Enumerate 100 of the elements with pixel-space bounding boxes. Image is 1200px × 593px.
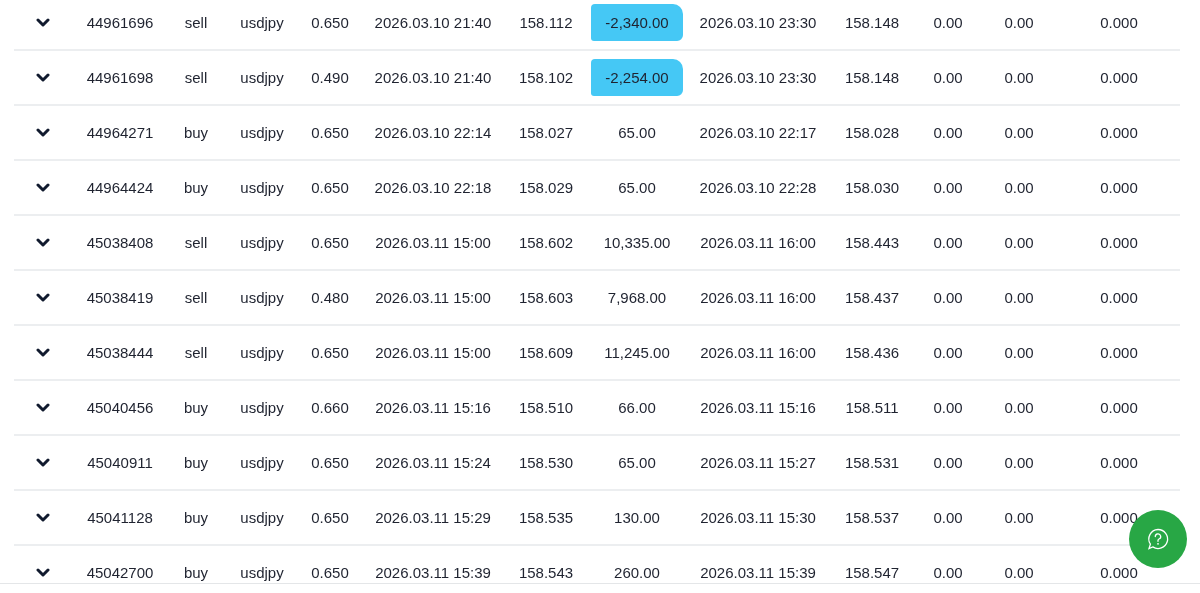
chevron-down-icon[interactable]	[36, 72, 50, 83]
table-cell: 158.112	[519, 14, 573, 31]
table-cell: 0.00	[1004, 179, 1034, 196]
table-cell: buy	[183, 179, 209, 196]
table-cell: 158.029	[518, 179, 574, 196]
table-cell: usdjpy	[240, 124, 284, 141]
table-cell: 0.00	[1004, 454, 1034, 471]
table-cell: 10,335.00	[603, 234, 671, 251]
table-cell: 0.650	[311, 14, 349, 31]
table-cell: 0.00	[933, 124, 963, 141]
table-cell: -2,340.00	[591, 4, 683, 41]
table-cell: 2026.03.11 15:29	[375, 509, 491, 526]
table-cell: 0.00	[1004, 289, 1034, 306]
table-cell: usdjpy	[240, 564, 284, 581]
table-cell: 158.547	[844, 564, 900, 581]
table-cell: 2026.03.10 23:30	[699, 69, 817, 86]
table-cell: 2026.03.11 15:39	[375, 564, 491, 581]
chevron-down-icon[interactable]	[36, 237, 50, 248]
table-cell: 2026.03.11 15:24	[375, 454, 491, 471]
table-cell: sell	[184, 14, 208, 31]
table-cell: 0.000	[1100, 399, 1138, 416]
table-cell: usdjpy	[240, 454, 284, 471]
table-cell: 0.650	[311, 564, 349, 581]
table-cell: sell	[184, 234, 208, 251]
table-cell: 158.603	[518, 289, 574, 306]
chevron-down-icon[interactable]	[36, 17, 50, 28]
table-cell: 158.609	[518, 344, 574, 361]
table-cell: 65.00	[618, 454, 656, 471]
table-cell: buy	[183, 399, 209, 416]
table-cell: 45040456	[86, 399, 154, 416]
table-cell: 2026.03.10 22:28	[699, 179, 817, 196]
table-cell: 65.00	[618, 179, 656, 196]
chevron-down-icon[interactable]	[36, 182, 50, 193]
table-cell: sell	[184, 289, 208, 306]
chevron-down-icon[interactable]	[36, 402, 50, 413]
table-cell: usdjpy	[240, 399, 284, 416]
table-cell: 0.00	[933, 69, 963, 86]
table-cell: usdjpy	[240, 289, 284, 306]
table-cell: 0.00	[1004, 344, 1034, 361]
table-cell: -2,254.00	[591, 59, 683, 96]
table-cell: 158.028	[844, 124, 900, 141]
table-cell: 158.443	[844, 234, 900, 251]
chevron-down-icon[interactable]	[36, 127, 50, 138]
table-cell: 158.531	[844, 454, 900, 471]
table-cell: 158.437	[844, 289, 900, 306]
table-cell: 45042700	[86, 564, 154, 581]
table-cell: 2026.03.10 21:40	[374, 14, 492, 31]
table-cell: 0.00	[1004, 124, 1034, 141]
table-cell: 0.00	[1004, 69, 1034, 86]
table-cell: 0.000	[1100, 179, 1138, 196]
table-cell: 158.102	[518, 69, 574, 86]
table-cell: 158.530	[518, 454, 574, 471]
table-cell: 2026.03.10 23:30	[699, 14, 817, 31]
table-cell: 0.00	[933, 344, 963, 361]
table-cell: 2026.03.11 15:00	[375, 289, 491, 306]
table-cell: 2026.03.11 15:00	[375, 344, 491, 361]
table-cell: buy	[183, 454, 209, 471]
table-cell: 0.000	[1100, 234, 1138, 251]
table-cell: usdjpy	[240, 509, 284, 526]
chevron-down-icon[interactable]	[36, 457, 50, 468]
table-cell: 2026.03.11 15:27	[700, 454, 816, 471]
table-cell: 65.00	[618, 124, 656, 141]
table-cell: 0.650	[311, 454, 349, 471]
table-cell: usdjpy	[240, 179, 284, 196]
table-cell: 7,968.00	[607, 289, 667, 306]
table-cell: sell	[184, 344, 208, 361]
table-cell: 2026.03.10 22:18	[374, 179, 492, 196]
table-cell: 158.602	[518, 234, 574, 251]
table-cell: 45041128	[87, 509, 153, 526]
table-cell: usdjpy	[240, 69, 284, 86]
table-cell: 0.00	[933, 564, 963, 581]
help-chat-icon	[1146, 527, 1170, 551]
table-cell: buy	[183, 564, 209, 581]
chevron-down-icon[interactable]	[36, 292, 50, 303]
table-cell: 44964271	[86, 124, 154, 141]
chevron-down-icon[interactable]	[36, 347, 50, 358]
table-cell: 0.000	[1100, 564, 1138, 581]
table-cell: 0.650	[311, 234, 349, 251]
table-cell: buy	[183, 509, 209, 526]
table-cell: 0.000	[1100, 69, 1138, 86]
table-cell: 158.027	[518, 124, 574, 141]
table-cell: 44961696	[86, 14, 154, 31]
table-cell: 0.650	[311, 124, 349, 141]
table-cell: 0.480	[311, 289, 349, 306]
table-cell: 0.00	[933, 14, 963, 31]
table-cell: 0.000	[1100, 289, 1138, 306]
table-cell: 0.000	[1100, 344, 1138, 361]
table-cell: 130.00	[614, 509, 660, 526]
table-cell: 0.00	[933, 454, 963, 471]
table-cell: 158.030	[844, 179, 900, 196]
table-cell: 44964424	[86, 179, 154, 196]
table-cell: 0.00	[1004, 509, 1034, 526]
chevron-down-icon[interactable]	[36, 512, 50, 523]
table-cell: 2026.03.11 15:39	[700, 564, 816, 581]
table-cell: 0.00	[933, 234, 963, 251]
table-cell: 2026.03.11 15:16	[375, 399, 491, 416]
table-cell: 0.00	[1004, 234, 1034, 251]
table-cell: 0.000	[1100, 124, 1138, 141]
table-cell: 0.00	[933, 179, 963, 196]
chevron-down-icon[interactable]	[36, 567, 50, 578]
